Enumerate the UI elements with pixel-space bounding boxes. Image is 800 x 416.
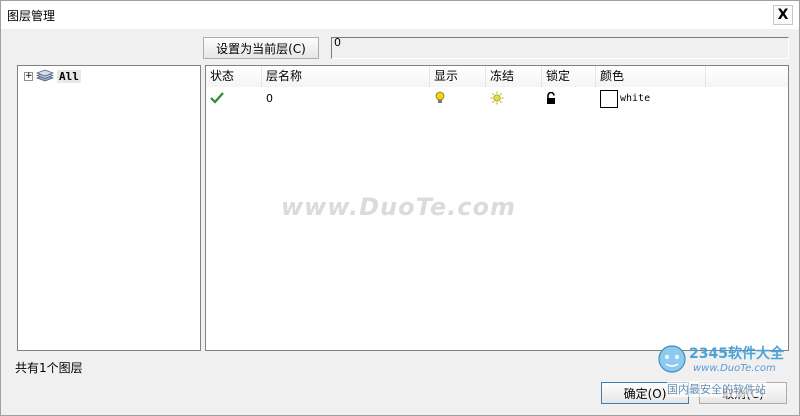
column-header-visible[interactable]: 显示 — [430, 66, 486, 87]
unlock-icon — [547, 91, 555, 104]
table-header: 状态 层名称 显示 冻结 锁定 颜色 — [206, 66, 788, 87]
layer-manager-dialog: 图层管理 X 设置为当前层(C) 0 + All 状态 层名称 显示 冻结 锁定… — [0, 0, 800, 416]
watermark-text: www.DuoTe.com — [281, 193, 516, 221]
color-cell[interactable]: white — [596, 88, 706, 108]
check-icon — [210, 92, 224, 104]
close-button[interactable]: X — [773, 5, 793, 25]
color-swatch — [600, 90, 618, 108]
badge-slogan-text: 国内最安全的软件站 — [667, 381, 766, 397]
set-current-layer-button[interactable]: 设置为当前层(C) — [203, 37, 319, 59]
dialog-title: 图层管理 — [7, 9, 56, 23]
mascot-logo-icon — [658, 345, 686, 373]
sun-icon — [490, 91, 504, 105]
column-header-lock[interactable]: 锁定 — [542, 66, 596, 87]
status-cell[interactable] — [206, 88, 262, 108]
freeze-cell[interactable] — [486, 88, 542, 108]
current-layer-field: 0 — [331, 37, 789, 59]
column-header-freeze[interactable]: 冻结 — [486, 66, 542, 87]
layer-group-tree[interactable]: + All — [17, 65, 201, 351]
dialog-client: 设置为当前层(C) 0 + All 状态 层名称 显示 冻结 锁定 颜色 0 w… — [1, 29, 799, 415]
column-header-color[interactable]: 颜色 — [596, 66, 706, 87]
layers-stack-icon — [36, 69, 54, 82]
table-row[interactable]: 0 white — [206, 88, 788, 108]
tree-item-all[interactable]: + All — [24, 69, 81, 83]
tree-item-label: All — [57, 69, 81, 83]
badge-url-text: www.DuoTe.com — [693, 363, 776, 374]
column-header-status[interactable]: 状态 — [206, 66, 262, 87]
title-bar: 图层管理 X — [1, 1, 799, 29]
color-name-label: white — [620, 92, 651, 104]
lightbulb-icon — [435, 91, 445, 103]
column-header-layer-name[interactable]: 层名称 — [262, 66, 430, 87]
column-header-filler — [706, 66, 788, 87]
watermark-badge: 2345软件大全 www.DuoTe.com 国内最安全的软件站 — [653, 341, 799, 405]
lock-cell[interactable] — [542, 88, 596, 108]
tree-expander-icon[interactable]: + — [24, 71, 33, 81]
visible-cell[interactable] — [430, 88, 486, 108]
layer-name-cell[interactable]: 0 — [262, 88, 430, 108]
close-icon: X — [777, 7, 789, 23]
layer-count-label: 共有1个图层 — [15, 361, 83, 375]
badge-brand-text: 2345软件大全 — [689, 346, 784, 362]
